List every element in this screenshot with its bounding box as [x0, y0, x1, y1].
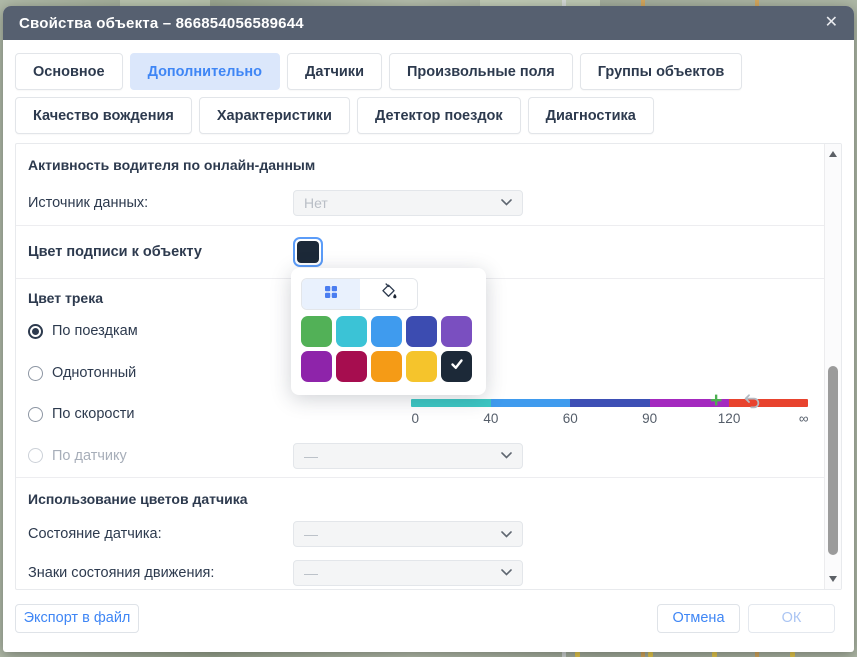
color-swatch-crimson[interactable]	[336, 351, 367, 382]
tab-proizvolnye-polya[interactable]: Произвольные поля	[388, 53, 573, 90]
field-row-motion-signs: Знаки состояния движения: —	[16, 554, 824, 589]
speed-tick: 90	[642, 410, 658, 426]
map-dot	[648, 652, 653, 657]
scrollbar-thumb[interactable]	[828, 366, 838, 555]
map-dot	[790, 652, 795, 657]
label-color-title: Цвет подписи к объекту	[28, 244, 202, 260]
color-swatch-green[interactable]	[301, 316, 332, 347]
speed-segment	[490, 398, 571, 407]
map-dot	[712, 652, 717, 657]
color-swatch-purple[interactable]	[441, 316, 472, 347]
motion-signs-value: —	[304, 564, 318, 581]
radio-by-speed[interactable]	[28, 406, 43, 422]
speed-tick: 0	[411, 410, 419, 426]
radio-by-trips[interactable]	[28, 323, 43, 339]
tab-bar: Основное Дополнительно Датчики Произволь…	[3, 40, 854, 139]
section-sensor-colors: Использование цветов датчика	[28, 491, 248, 507]
chevron-down-icon	[501, 452, 512, 459]
tab-osnovnoe[interactable]: Основное	[15, 53, 123, 90]
sensor-state-select[interactable]: —	[293, 521, 523, 547]
label-color-swatch[interactable]	[293, 237, 323, 267]
export-to-file-button[interactable]: Экспорт в файл	[15, 603, 139, 633]
dialog-footer: Экспорт в файл Отмена ОК	[3, 590, 854, 650]
color-swatch-cyan[interactable]	[336, 316, 367, 347]
data-source-label: Источник данных:	[28, 194, 149, 211]
speed-segment	[570, 398, 650, 407]
chevron-down-icon	[501, 530, 512, 538]
vertical-scrollbar[interactable]	[824, 144, 841, 589]
color-swatch-yellow[interactable]	[406, 351, 437, 382]
undo-icon[interactable]	[743, 392, 761, 409]
tab-kharakteristiki[interactable]: Характеристики	[198, 97, 350, 134]
label-color-swatch-fill	[297, 241, 319, 263]
track-sensor-value: —	[304, 447, 318, 464]
color-picker-mode-tabs	[301, 278, 418, 310]
fill-bucket-tab[interactable]	[359, 279, 417, 309]
fill-bucket-icon	[379, 282, 398, 306]
close-icon[interactable]: ✕	[825, 15, 838, 31]
palette-grid-icon	[322, 283, 340, 306]
tab-detektor-poezdok[interactable]: Детектор поездок	[356, 97, 521, 134]
radio-by-trips-label: По поездкам	[52, 323, 138, 339]
speed-tick: ∞	[798, 410, 809, 426]
scroll-up-icon[interactable]	[829, 151, 837, 157]
field-row-sensor-state: Состояние датчика: —	[16, 514, 824, 554]
radio-solid-label: Однотонный	[52, 365, 137, 381]
speed-tick: 120	[717, 410, 741, 426]
speed-scale-labels: 0 40 60 90 120 ∞	[411, 411, 808, 428]
tab-gruppy-obektov[interactable]: Группы объектов	[579, 53, 743, 90]
radio-row-by-sensor: По датчику —	[16, 434, 824, 478]
check-icon	[449, 356, 465, 377]
map-dot	[575, 652, 580, 657]
tab-content-panel: Активность водителя по онлайн-данным Ист…	[15, 143, 842, 590]
sensor-state-value: —	[304, 526, 318, 542]
tab-datchiki[interactable]: Датчики	[286, 53, 382, 90]
chevron-down-icon	[501, 569, 512, 576]
track-sensor-select[interactable]: —	[293, 442, 523, 469]
radio-by-sensor	[28, 448, 43, 463]
cancel-button[interactable]: Отмена	[657, 603, 740, 633]
color-swatch-orange[interactable]	[371, 351, 402, 382]
object-properties-dialog: Свойства объекта – 866854056589644 ✕ Осн…	[3, 6, 854, 652]
data-source-value: Нет	[304, 194, 328, 211]
chevron-down-icon	[501, 199, 512, 206]
dialog-header: Свойства объекта – 866854056589644 ✕	[3, 6, 854, 40]
tab-dopolnitelno[interactable]: Дополнительно	[129, 53, 280, 90]
field-row-data-source: Источник данных: Нет	[16, 180, 824, 226]
radio-row-by-speed: По скорости 0 40 60 90 120 ∞ +	[16, 390, 824, 434]
motion-signs-label: Знаки состояния движения:	[28, 564, 215, 581]
radio-by-sensor-label: По датчику	[52, 447, 127, 464]
color-picker-popup	[291, 268, 486, 395]
color-swatch-dark-selected[interactable]	[441, 351, 472, 382]
ok-button[interactable]: ОК	[748, 603, 835, 633]
palette-grid-tab[interactable]	[302, 279, 360, 309]
color-swatch-violet[interactable]	[301, 351, 332, 382]
scroll-down-icon[interactable]	[829, 576, 837, 582]
add-speed-interval-icon[interactable]: +	[710, 390, 722, 411]
dialog-title: Свойства объекта – 866854056589644	[19, 14, 304, 32]
color-swatch-blue[interactable]	[371, 316, 402, 347]
radio-by-speed-label: По скорости	[52, 406, 135, 422]
sensor-state-label: Состояние датчика:	[28, 526, 162, 542]
section-driver-activity: Активность водителя по онлайн-данным	[28, 157, 316, 173]
color-swatch-indigo[interactable]	[406, 316, 437, 347]
speed-tick: 40	[483, 410, 499, 426]
speed-segment	[729, 398, 809, 407]
speed-tick: 60	[562, 410, 578, 426]
motion-signs-select[interactable]: —	[293, 559, 523, 586]
tab-diagnostika[interactable]: Диагностика	[527, 97, 654, 134]
speed-segment	[411, 398, 491, 407]
color-swatch-grid	[301, 316, 476, 382]
radio-solid[interactable]	[28, 365, 43, 381]
tab-kachestvo-vozhdeniya[interactable]: Качество вождения	[15, 97, 192, 134]
data-source-select[interactable]: Нет	[293, 189, 523, 216]
